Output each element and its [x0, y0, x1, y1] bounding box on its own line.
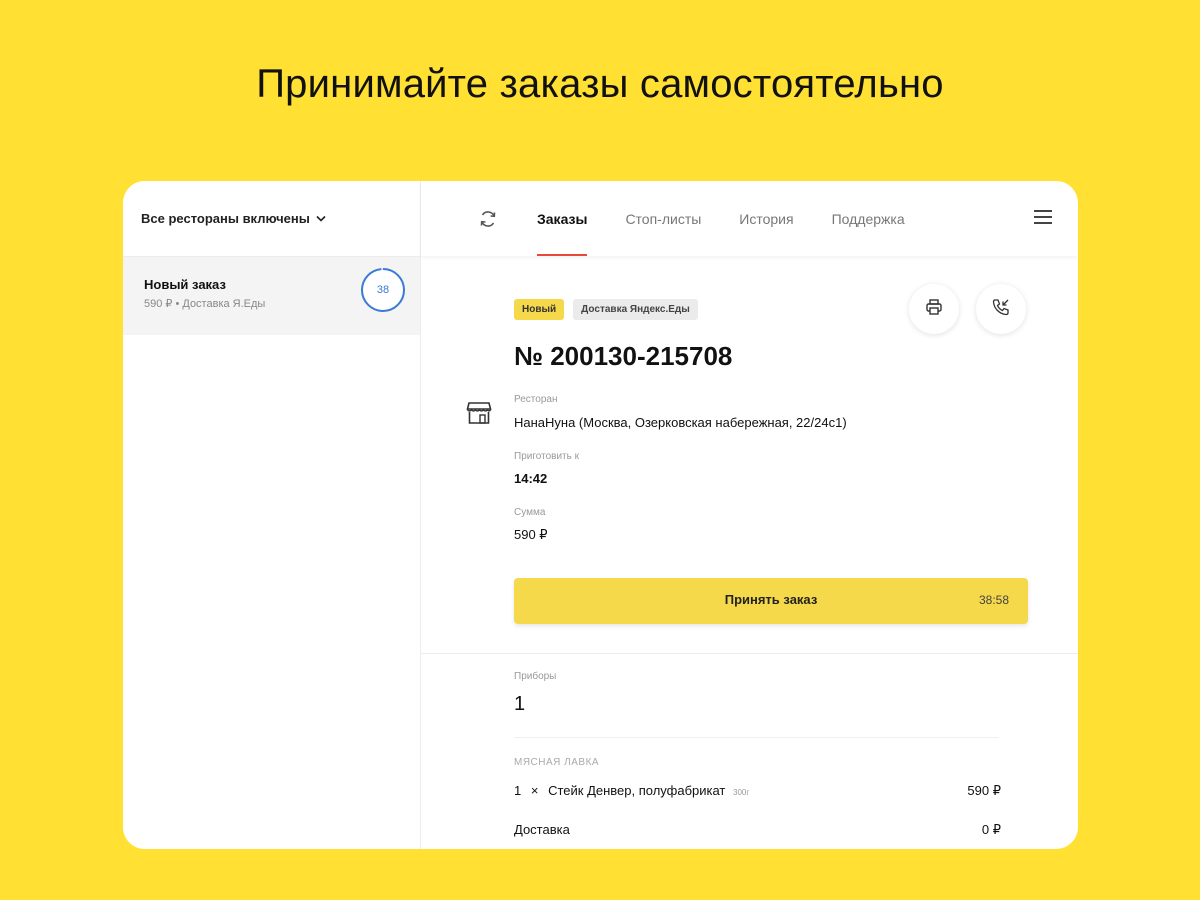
order-timer-value: 38 — [376, 284, 390, 296]
delivery-line-item: Доставка 0 ₽ — [514, 822, 1001, 837]
order-number: № 200130-215708 — [514, 341, 733, 371]
order-badges: Новый Доставка Яндекс.Еды — [514, 299, 707, 320]
print-button[interactable] — [909, 284, 959, 334]
tab-stop-lists[interactable]: Стоп-листы — [625, 181, 701, 256]
status-badge: Новый — [514, 299, 565, 320]
section-divider — [421, 653, 1078, 654]
call-button[interactable] — [976, 284, 1026, 334]
order-line-item: 1 × Стейк Денвер, полуфабрикат 300г 590 … — [514, 783, 1001, 798]
tab-support[interactable]: Поддержка — [832, 181, 905, 256]
order-list-item[interactable]: Новый заказ 590 ₽ • Доставка Я.Еды 38 — [123, 257, 420, 335]
restaurant-value: НанаНуна (Москва, Озерковская набережная… — [514, 415, 847, 430]
accept-order-button[interactable]: Принять заказ 38:58 — [514, 578, 1028, 624]
delivery-price: 0 ₽ — [981, 822, 1001, 837]
app-window: Все рестораны включены Новый заказ 590 ₽… — [123, 181, 1078, 849]
refresh-icon[interactable] — [477, 208, 499, 230]
tabs: Заказы Стоп-листы История Поддержка — [537, 181, 943, 256]
order-details-panel: Заказы Стоп-листы История Поддержка Новы… — [421, 181, 1078, 849]
item-qty: 1 — [514, 783, 522, 798]
cutlery-label: Приборы — [514, 671, 557, 682]
accept-order-label: Принять заказ — [724, 592, 818, 607]
menu-icon[interactable] — [1034, 210, 1052, 226]
store-icon — [466, 401, 492, 430]
sum-value: 590 ₽ — [514, 527, 548, 542]
item-name: Стейк Денвер, полуфабрикат — [548, 783, 726, 798]
sum-label: Сумма — [514, 507, 546, 518]
tab-history[interactable]: История — [739, 181, 793, 256]
delivery-type-badge: Доставка Яндекс.Еды — [573, 299, 698, 320]
restaurant-label: Ресторан — [514, 394, 558, 405]
tab-orders[interactable]: Заказы — [537, 181, 588, 256]
top-navigation: Заказы Стоп-листы История Поддержка — [421, 181, 1078, 256]
menu-section-title: МЯСНАЯ ЛАВКА — [514, 757, 600, 768]
orders-sidebar: Все рестораны включены Новый заказ 590 ₽… — [123, 181, 421, 849]
item-times: × — [530, 783, 539, 798]
restaurant-filter-label: Все рестораны включены — [141, 211, 310, 226]
page-headline: Принимайте заказы самостоятельно — [256, 62, 944, 106]
prepare-by-value: 14:42 — [514, 471, 548, 486]
accept-order-timer: 38:58 — [978, 593, 1009, 607]
printer-icon — [925, 298, 943, 321]
delivery-label: Доставка — [514, 822, 570, 837]
order-timer: 38 — [360, 267, 406, 313]
prepare-by-label: Приготовить к — [514, 451, 579, 462]
item-weight: 300г — [733, 788, 750, 797]
restaurant-filter-dropdown[interactable]: Все рестораны включены — [123, 181, 420, 257]
phone-callback-icon — [991, 297, 1011, 322]
item-price: 590 ₽ — [967, 783, 1001, 798]
chevron-down-icon — [316, 215, 326, 222]
cutlery-value: 1 — [514, 693, 526, 715]
divider-line — [514, 737, 999, 738]
